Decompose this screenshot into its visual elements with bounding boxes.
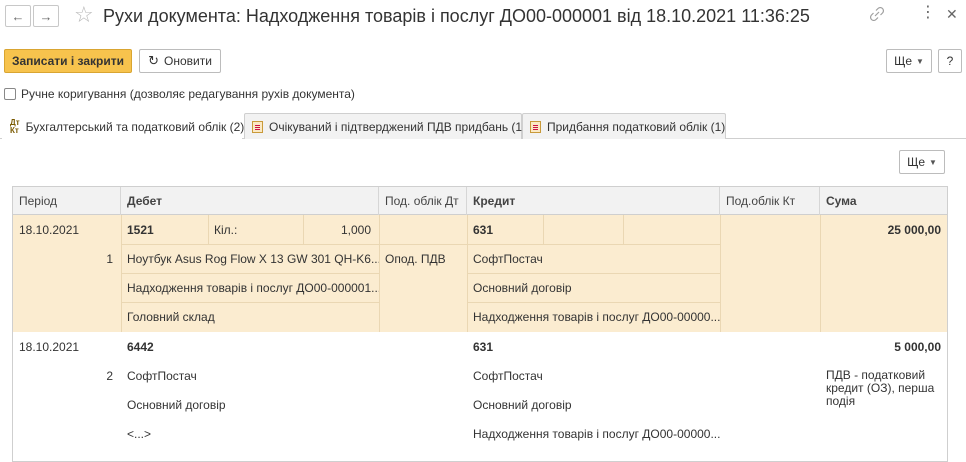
tab-vat-expected-label: Очікуваний і підтверджений ПДВ придбань … <box>269 119 527 134</box>
column-header-debit[interactable]: Дебет <box>121 187 379 215</box>
cell-credit-subconto-1: СофтПостач <box>473 251 543 266</box>
cell-debit-subconto-3: <...> <box>127 426 152 441</box>
column-header-tax-dt[interactable]: Под. облік Дт <box>379 187 467 215</box>
cell-sum: 25 000,00 <box>887 222 941 237</box>
dt-kt-icon: Дт Кт <box>10 118 20 135</box>
back-button[interactable]: ← <box>5 5 31 27</box>
tab-purchase-tax-label: Придбання податковий облік (1) <box>547 119 726 134</box>
caret-down-icon: ▼ <box>916 56 924 66</box>
arrow-left-icon: ← <box>11 8 25 24</box>
more-button[interactable]: Ще ▼ <box>886 49 932 73</box>
save-and-close-button[interactable]: Записати і закрити <box>4 49 132 73</box>
register-icon <box>252 120 263 133</box>
cell-quantity-value: 1,000 <box>340 222 371 237</box>
link-icon[interactable] <box>869 6 885 24</box>
cell-period: 18.10.2021 <box>19 339 80 354</box>
manual-correction-label[interactable]: Ручне коригування (дозволяє редагування … <box>21 87 355 101</box>
movements-table: Період Дебет Под. облік Дт Кредит Под.об… <box>12 186 948 462</box>
table-row[interactable]: 18.10.2021 2 6442 СофтПостач Основний до… <box>13 332 947 461</box>
column-header-period[interactable]: Період <box>13 187 121 215</box>
tab-vat-expected[interactable]: Очікуваний і підтверджений ПДВ придбань … <box>244 113 526 139</box>
refresh-icon: ↻ <box>148 53 159 68</box>
register-icon <box>530 120 541 133</box>
column-header-credit[interactable]: Кредит <box>467 187 720 215</box>
cell-credit-subconto-2: Основний договір <box>473 397 572 412</box>
column-header-tax-kt[interactable]: Под.облік Кт <box>720 187 820 215</box>
cell-debit-subconto-1: СофтПостач <box>127 368 197 383</box>
cell-credit-subconto-1: СофтПостач <box>473 368 543 383</box>
close-icon[interactable]: ✕ <box>946 6 958 23</box>
column-header-sum[interactable]: Сума <box>820 187 947 215</box>
cell-quantity-label: Кіл.: <box>214 222 238 237</box>
more-label: Ще <box>894 54 912 68</box>
manual-correction-checkbox[interactable] <box>4 88 16 100</box>
cell-sum: 5 000,00 <box>894 339 941 354</box>
manual-correction-row: Ручне коригування (дозволяє редагування … <box>4 87 355 101</box>
tab-accounting-label: Бухгалтерський та податковий облік (2) <box>25 120 245 134</box>
cell-debit-account: 1521 <box>127 222 154 237</box>
cell-line-number: 1 <box>106 251 113 266</box>
table-header: Період Дебет Под. облік Дт Кредит Под.об… <box>13 187 947 215</box>
table-more-label: Ще <box>907 155 925 169</box>
cell-tax-dt: Опод. ПДВ <box>385 251 446 266</box>
favorite-star-icon[interactable]: ☆ <box>74 3 94 27</box>
cell-credit-account: 631 <box>473 339 494 354</box>
tab-accounting[interactable]: Дт Кт Бухгалтерський та податковий облік … <box>2 113 245 140</box>
cell-debit-subconto-2: Надходження товарів і послуг ДО00-000001… <box>127 280 379 295</box>
title-bar: ← → ☆ Рухи документа: Надходження товарі… <box>0 0 966 34</box>
table-more-button[interactable]: Ще ▼ <box>899 150 945 174</box>
cell-debit-subconto-1: Ноутбук Asus Rog Flow X 13 GW 301 QH-K6.… <box>127 251 379 266</box>
window-title: Рухи документа: Надходження товарів і по… <box>103 6 810 26</box>
cell-sum-note: ПДВ - податковий кредит (ОЗ), перша поді… <box>826 368 935 408</box>
cell-period: 18.10.2021 <box>19 222 80 237</box>
caret-down-icon: ▼ <box>929 157 937 167</box>
cell-debit-account: 6442 <box>127 339 154 354</box>
refresh-label: Оновити <box>163 54 212 68</box>
table-row[interactable]: 18.10.2021 1 1521 Кіл.: 1,000 Ноутбук As… <box>13 215 947 332</box>
help-button[interactable]: ? <box>938 49 962 73</box>
forward-button[interactable]: → <box>33 5 59 27</box>
cell-debit-subconto-2: Основний договір <box>127 397 226 412</box>
cell-credit-subconto-2: Основний договір <box>473 280 572 295</box>
cell-line-number: 2 <box>106 368 113 383</box>
refresh-button[interactable]: ↻ Оновити <box>139 49 221 73</box>
cell-debit-subconto-3: Головний склад <box>127 309 215 324</box>
tab-purchase-tax[interactable]: Придбання податковий облік (1) <box>522 113 726 139</box>
arrow-right-icon: → <box>39 8 53 24</box>
cell-credit-account: 631 <box>473 222 494 237</box>
cell-credit-subconto-3: Надходження товарів і послуг ДО00-00000.… <box>473 309 720 324</box>
more-vertical-icon[interactable]: ⋮ <box>920 5 936 21</box>
cell-credit-subconto-3: Надходження товарів і послуг ДО00-00000.… <box>473 426 720 441</box>
